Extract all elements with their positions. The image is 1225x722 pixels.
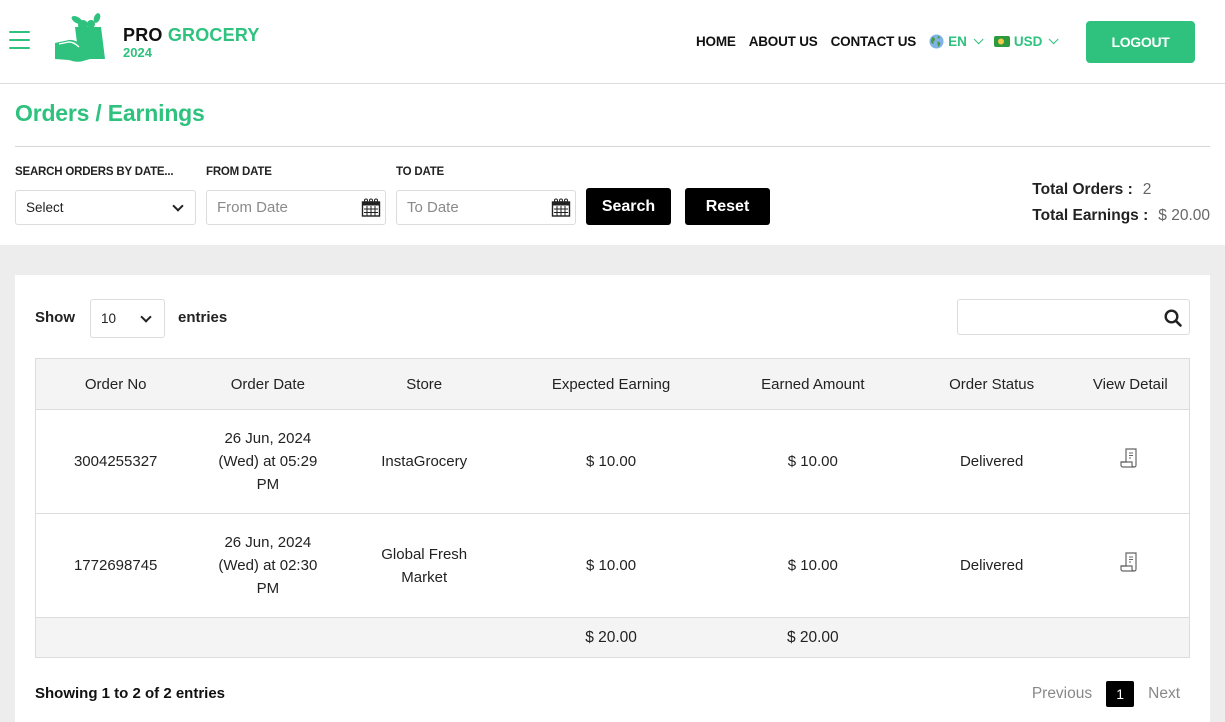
page-length-value: 10 [101,311,117,326]
search-icon[interactable] [1163,308,1183,328]
total-earnings-label: Total Earnings : [1032,207,1149,224]
from-date-field[interactable] [206,190,386,225]
page-length-select[interactable]: 10 [90,299,165,338]
calendar-icon[interactable] [551,198,571,218]
col-view-detail: View Detail [1071,358,1190,410]
footer-empty [36,618,196,658]
currency-value: USD [1013,33,1043,49]
table-footer-row: $ 20.00 $ 20.00 [35,617,1190,658]
main-nav: HOME ABOUT US CONTACT US EN USD [696,32,1069,50]
order-date: 26 Jun, 2024 (Wed) at 02:30 PM [195,514,340,618]
search-by-date-value: Select [26,200,64,215]
footer-empty [340,618,508,658]
to-date-input[interactable] [397,191,537,224]
calendar-icon[interactable] [361,198,381,218]
order-date-line: (Wed) at 05:29 [218,453,318,470]
table-row: 3004255327 26 Jun, 2024 (Wed) at 05:29 PM … [35,410,1190,514]
logo-text-grocery: GROCERY [167,24,260,45]
order-date-line: (Wed) at 02:30 [218,557,318,574]
view-detail-cell [1072,514,1190,618]
language-value: EN [948,33,967,49]
table-search-field[interactable] [957,299,1190,335]
total-orders-value: 2 [1142,181,1152,198]
logo-year: 2024 [123,44,152,60]
store-name: Global Fresh Market [381,545,468,586]
table-search-input[interactable] [958,300,1153,334]
store: Global Fresh Market [340,514,508,618]
previous-page-button[interactable]: Previous [1032,685,1092,703]
order-date-line: PM [256,580,280,597]
logout-button[interactable]: LOGOUT [1086,21,1195,63]
to-date-field[interactable] [396,190,576,225]
chevron-down-icon [172,200,184,212]
hamburger-icon-bar [9,47,30,49]
receipt-icon[interactable] [1118,446,1142,470]
footer-empty [1072,618,1190,658]
earned-amount: $ 10.00 [787,453,838,470]
chevron-down-icon [140,311,152,323]
col-store[interactable]: Store [340,358,509,410]
receipt-icon[interactable] [1118,550,1142,574]
col-expected-earning[interactable]: Expected Earning [508,358,714,410]
orders-table: Order No Order Date Store Expected Earni… [35,358,1190,658]
order-date-line: 26 Jun, 2024 [224,430,312,447]
from-date-label: FROM DATE [206,166,272,178]
search-by-date-select[interactable]: Select [15,190,196,225]
earned-amount-total: $ 20.00 [786,629,839,646]
language-dropdown[interactable]: EN [929,33,984,49]
expected-earning: $ 10.00 [586,453,637,470]
footer-empty [912,618,1072,658]
next-page-button[interactable]: Next [1148,685,1180,703]
to-date-label: TO DATE [396,166,445,178]
table-info: Showing 1 to 2 of 2 entries [35,685,226,702]
total-earnings-value: $ 20.00 [1158,207,1210,224]
nav-contact-us[interactable]: CONTACT US [831,34,917,49]
reset-button[interactable]: Reset [685,188,770,225]
order-status: Delivered [959,557,1024,574]
col-order-date[interactable]: Order Date [195,358,341,410]
view-detail-cell [1072,410,1190,514]
entries-label: entries [178,309,228,326]
pagination: Previous 1 Next [1032,681,1180,707]
cash-icon [993,35,1010,47]
chevron-down-icon [973,33,984,44]
search-button[interactable]: Search [586,188,671,225]
divider [15,146,1210,147]
hamburger-icon-bar [9,39,30,41]
top-header: PRO GROCERY 2024 HOME ABOUT US CONTACT U… [0,0,1225,84]
order-no: 1772698745 [73,557,158,574]
table-row: 1772698745 26 Jun, 2024 (Wed) at 02:30 PM … [35,514,1190,618]
order-status: Delivered [959,453,1024,470]
show-label: Show [35,309,75,326]
search-by-date-label: SEARCH ORDERS BY DATE... [15,166,174,178]
expected-earning: $ 10.00 [586,557,637,574]
col-order-no[interactable]: Order No [35,358,196,410]
menu-toggle-button[interactable] [9,31,31,51]
earned-amount: $ 10.00 [787,557,838,574]
nav-home[interactable]: HOME [696,34,736,49]
order-no: 3004255327 [73,453,158,470]
hamburger-icon [9,31,30,33]
total-orders-label: Total Orders : [1032,181,1133,198]
expected-earning-total: $ 20.00 [585,629,637,646]
page-1-button[interactable]: 1 [1106,681,1135,707]
page-title: Orders / Earnings [15,100,205,126]
store: InstaGrocery [381,453,468,470]
from-date-input[interactable] [207,191,347,224]
order-date-line: 26 Jun, 2024 [224,534,312,551]
logo[interactable]: PRO GROCERY 2024 [53,12,260,72]
col-order-status[interactable]: Order Status [911,358,1072,410]
totals-summary: Total Orders : 2 Total Earnings : $ 20.0… [1032,177,1210,229]
currency-dropdown[interactable]: USD [993,33,1059,49]
logo-text-pro: PRO [123,24,163,45]
footer-empty [195,618,340,658]
col-earned-amount[interactable]: Earned Amount [713,358,912,410]
table-header-row: Order No Order Date Store Expected Earni… [35,358,1190,410]
order-date: 26 Jun, 2024 (Wed) at 05:29 PM [195,410,340,514]
nav-about-us[interactable]: ABOUT US [749,34,818,49]
grocery-bag-hand-icon [55,13,105,62]
order-date-line: PM [256,476,280,493]
chevron-down-icon [1049,33,1059,44]
globe-icon [929,33,944,49]
